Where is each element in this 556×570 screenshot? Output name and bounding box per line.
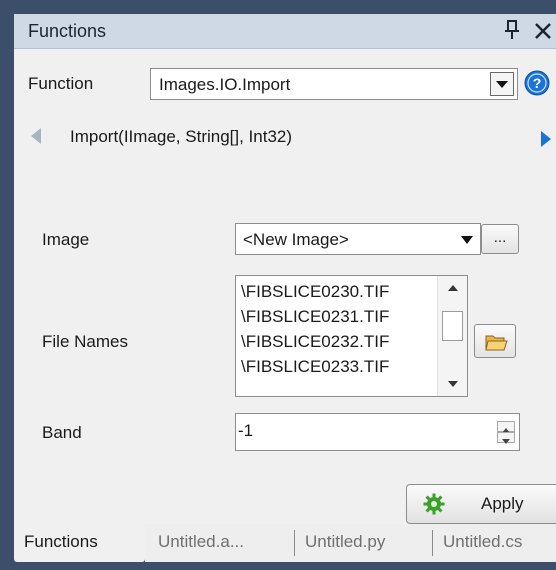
functions-panel: Function Images.IO.Import ? Import(IImag…: [14, 49, 556, 524]
apply-label: Apply: [481, 494, 524, 513]
function-dropdown-button[interactable]: [490, 72, 514, 96]
image-label: Image: [42, 230, 90, 249]
tab-untitled-a[interactable]: Untitled.a...: [149, 524, 267, 562]
close-icon[interactable]: [532, 19, 554, 41]
image-browse-button[interactable]: ...: [481, 224, 519, 254]
tab-label: Untitled.cs: [443, 532, 523, 551]
spin-down-arrow-icon: [502, 439, 510, 444]
list-item[interactable]: \FIBSLICE0231.TIF: [241, 304, 389, 329]
file-names-items: \FIBSLICE0230.TIF \FIBSLICE0231.TIF \FIB…: [241, 279, 389, 379]
file-names-list[interactable]: \FIBSLICE0230.TIF \FIBSLICE0231.TIF \FIB…: [235, 275, 468, 397]
dropdown-arrow-icon: [461, 236, 473, 244]
chevron-left-icon[interactable]: [28, 126, 44, 146]
apply-button[interactable]: Apply: [406, 484, 556, 524]
spin-up-button[interactable]: [497, 421, 515, 433]
scroll-down-arrow-icon[interactable]: [447, 379, 459, 389]
image-value: <New Image>: [243, 230, 349, 249]
tab-untitled-py[interactable]: Untitled.py: [296, 524, 426, 562]
browse-files-button[interactable]: [474, 324, 516, 358]
image-combobox[interactable]: <New Image>: [235, 223, 481, 255]
list-item[interactable]: \FIBSLICE0232.TIF: [241, 329, 389, 354]
help-icon[interactable]: ?: [523, 69, 551, 97]
title-bar: Functions: [14, 14, 556, 49]
function-signature: Import(IImage, String[], Int32): [70, 127, 293, 146]
spin-down-button[interactable]: [497, 432, 515, 444]
scroll-up-arrow-icon[interactable]: [447, 283, 459, 293]
document-tab-strip: Functions Untitled.a... Untitled.py Unti…: [14, 524, 556, 570]
folder-open-icon: [485, 335, 508, 351]
function-value: Images.IO.Import: [159, 75, 291, 94]
gear-icon: [423, 493, 445, 515]
file-names-label: File Names: [42, 332, 128, 351]
list-item[interactable]: \FIBSLICE0230.TIF: [241, 279, 389, 304]
list-item[interactable]: \FIBSLICE0233.TIF: [241, 354, 389, 379]
band-value: -1: [238, 421, 254, 440]
band-numeric-input[interactable]: -1: [235, 413, 520, 451]
dropdown-arrow-icon: [496, 81, 508, 88]
pin-icon[interactable]: [504, 19, 520, 41]
functions-window: Functions Function Images.IO.Import ? Im…: [14, 14, 556, 570]
band-label: Band: [42, 423, 82, 442]
tab-label: Functions: [24, 532, 98, 551]
tab-separator: [294, 530, 295, 556]
function-combobox[interactable]: Images.IO.Import: [150, 68, 518, 100]
chevron-right-icon[interactable]: [538, 129, 554, 149]
file-list-scrollbar[interactable]: [437, 276, 467, 396]
tab-untitled-cs[interactable]: Untitled.cs: [434, 524, 556, 562]
tab-label: Untitled.a...: [158, 532, 244, 551]
svg-text:?: ?: [533, 75, 542, 91]
tab-label: Untitled.py: [305, 532, 386, 551]
tab-separator: [432, 530, 433, 556]
panel-title: Functions: [28, 21, 107, 41]
scrollbar-thumb[interactable]: [442, 311, 463, 341]
tab-functions[interactable]: Functions: [14, 524, 145, 562]
function-label: Function: [28, 74, 94, 93]
band-spinner[interactable]: [497, 421, 515, 444]
